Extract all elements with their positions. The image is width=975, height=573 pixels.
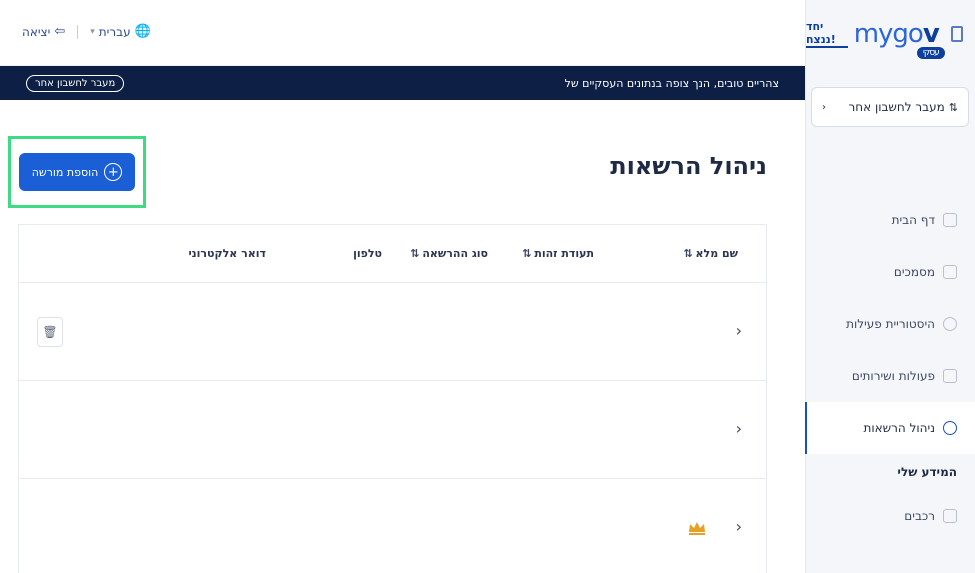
banner-switch-account-button[interactable]: מעבר לחשבון אחר xyxy=(26,74,125,92)
column-header-permission-type[interactable]: סוג ההרשאה ⇅ xyxy=(410,247,488,260)
column-label: תעודת זהות xyxy=(534,247,594,260)
sidebar-item-label: פעולות ושירותים xyxy=(851,369,935,383)
sidebar-item-vehicles[interactable]: רכבים xyxy=(805,490,975,542)
logout-icon: ⇦ xyxy=(54,24,66,39)
chevron-left-icon: ‹ xyxy=(822,101,826,113)
crown-icon xyxy=(689,522,705,535)
header-utilities: 🌐 עברית ▾ ⇦ יציאה xyxy=(22,24,151,39)
sidebar-nav: דף הבית מסמכים היסטוריית פעילות פעולות ו… xyxy=(805,194,975,542)
top-bar: 🌐 עברית ▾ ⇦ יציאה xyxy=(0,0,805,66)
add-authorized-label: הוספת מורשה xyxy=(31,165,99,179)
header-divider xyxy=(77,24,79,39)
car-icon xyxy=(943,509,957,523)
add-authorized-button[interactable]: + הוספת מורשה xyxy=(19,153,135,191)
sort-icon: ⇅ xyxy=(522,247,532,260)
sidebar-section-my-info: המידע שלי xyxy=(897,465,957,479)
sort-icon: ⇅ xyxy=(410,247,420,260)
sort-icon: ⇅ xyxy=(683,247,693,260)
sidebar-switch-account-button[interactable]: ⇅ מעבר לחשבון אחר ‹ xyxy=(811,87,969,127)
table-row[interactable]: ‹ 🗑 xyxy=(19,283,766,381)
history-icon xyxy=(943,317,957,331)
greeting-text: צהריים טובים, הנך צופה בנתונים העסקיים ש… xyxy=(564,76,779,90)
sidebar-item-label: היסטוריית פעילות xyxy=(846,317,935,331)
chevron-left-icon[interactable]: ‹ xyxy=(736,321,742,340)
logo-text: mygo xyxy=(853,19,924,49)
column-header-email: דואר אלקטרוני xyxy=(188,247,266,260)
globe-icon: 🌐 xyxy=(134,24,151,39)
exit-label: יציאה xyxy=(22,24,51,39)
users-icon xyxy=(943,421,957,435)
exit-button[interactable]: ⇦ יציאה xyxy=(22,24,65,39)
column-label: דואר אלקטרוני xyxy=(188,247,266,260)
sidebar-item-label: דף הבית xyxy=(891,213,935,227)
swap-icon: ⇅ xyxy=(948,100,958,114)
home-icon xyxy=(943,213,957,227)
sidebar-item-home[interactable]: דף הבית xyxy=(805,194,975,246)
permissions-table: שם מלא ⇅ תעודת זהות ⇅ סוג ההרשאה ⇅ טלפון… xyxy=(18,224,767,573)
greeting-banner: צהריים טובים, הנך צופה בנתונים העסקיים ש… xyxy=(0,66,805,100)
table-header: שם מלא ⇅ תעודת זהות ⇅ סוג ההרשאה ⇅ טלפון… xyxy=(19,225,766,283)
language-label: עברית xyxy=(98,24,131,39)
chevron-down-icon: ▾ xyxy=(90,26,95,37)
switch-account-label: מעבר לחשבון אחר xyxy=(848,100,945,114)
document-icon xyxy=(943,265,957,279)
sidebar-item-label: מסמכים xyxy=(893,265,935,279)
language-selector[interactable]: 🌐 עברית ▾ xyxy=(90,24,151,39)
services-icon xyxy=(943,369,957,383)
sidebar-item-services[interactable]: פעולות ושירותים xyxy=(805,350,975,402)
sidebar: יחד ננצח! mygov עסקי ⇅ מעבר לחשבון אחר ‹… xyxy=(805,0,975,573)
column-header-full-name[interactable]: שם מלא ⇅ xyxy=(683,247,738,260)
sidebar-item-history[interactable]: היסטוריית פעילות xyxy=(805,298,975,350)
business-badge: עסקי xyxy=(916,47,945,59)
menu-icon[interactable] xyxy=(950,26,963,42)
add-button-highlight: + הוספת מורשה xyxy=(8,136,146,208)
trash-icon[interactable]: 🗑 xyxy=(37,317,63,347)
sidebar-item-label: רכבים xyxy=(904,509,935,523)
sidebar-item-documents[interactable]: מסמכים xyxy=(805,246,975,298)
switch-account-label-wrap: ⇅ מעבר לחשבון אחר xyxy=(849,100,959,114)
app-root: 🌐 עברית ▾ ⇦ יציאה צהריים טובים, הנך צופה… xyxy=(0,0,975,573)
column-label: סוג ההרשאה xyxy=(422,247,488,260)
sidebar-item-permissions[interactable]: ניהול הרשאות xyxy=(805,402,975,454)
column-header-phone: טלפון xyxy=(353,247,382,260)
mygov-logo: mygov עסקי xyxy=(853,19,945,59)
logo-text-accent: v xyxy=(922,19,940,49)
table-row[interactable]: ‹ xyxy=(19,381,766,479)
plus-circle-icon: + xyxy=(104,163,123,181)
chevron-left-icon[interactable]: ‹ xyxy=(736,419,742,438)
column-label: טלפון xyxy=(353,247,382,260)
sidebar-item-label: ניהול הרשאות xyxy=(863,421,935,435)
brand-logo: יחד ננצח! mygov עסקי xyxy=(806,14,963,59)
chevron-left-icon[interactable]: ‹ xyxy=(736,517,742,536)
column-header-id-number[interactable]: תעודת זהות ⇅ xyxy=(522,247,594,260)
partner-logo: יחד ננצח! xyxy=(806,20,848,48)
page-title: ניהול הרשאות xyxy=(610,152,767,180)
table-row[interactable]: ‹ xyxy=(19,479,766,573)
column-label: שם מלא xyxy=(695,247,738,260)
